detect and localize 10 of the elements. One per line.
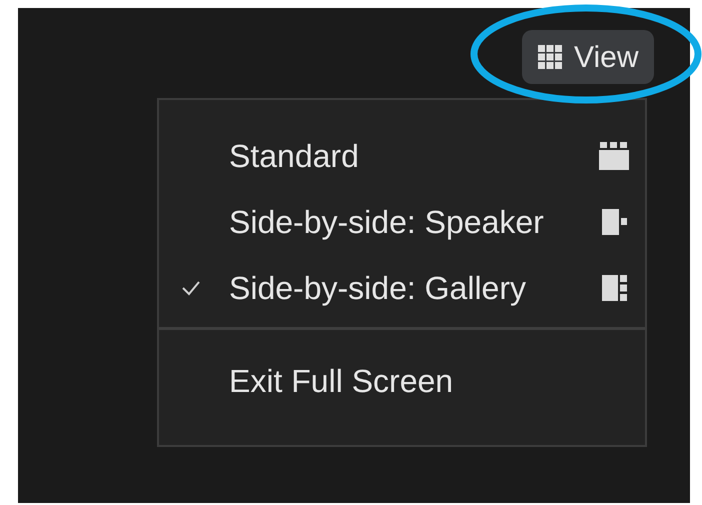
speaker-layout-icon <box>599 207 629 237</box>
menu-item[interactable]: Exit Full Screen <box>229 357 454 405</box>
gallery-layout-icon <box>599 273 629 303</box>
menu-item[interactable]: Side-by-side: Speaker <box>229 198 599 246</box>
view-button[interactable]: View <box>522 30 654 84</box>
check-icon <box>181 280 201 296</box>
standard-layout-icon <box>599 142 629 170</box>
menu-item[interactable]: Side-by-side: Gallery <box>229 264 599 312</box>
menu-item[interactable]: Standard <box>229 132 599 180</box>
grid-icon <box>538 45 562 69</box>
